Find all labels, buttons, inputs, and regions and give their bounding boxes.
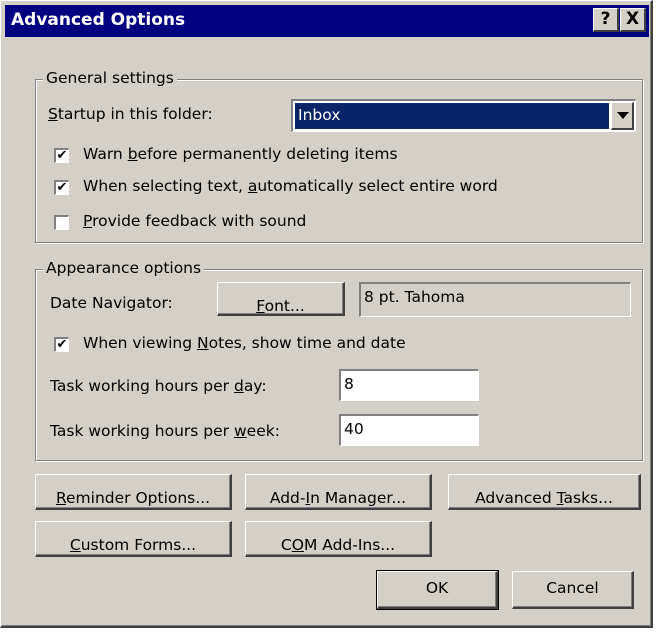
startup-folder-value: Inbox: [295, 103, 609, 129]
close-icon: X: [625, 9, 640, 29]
select-entire-word-label[interactable]: When selecting text, automatically selec…: [83, 177, 498, 195]
startup-folder-label: Startup in this folder:: [48, 105, 213, 123]
dropdown-button[interactable]: [611, 102, 634, 130]
advanced-tasks-button[interactable]: Advanced Tasks...: [448, 474, 641, 510]
hours-per-day-input[interactable]: 8: [339, 369, 479, 401]
feedback-sound-label[interactable]: Provide feedback with sound: [83, 212, 306, 230]
ok-button[interactable]: OK: [376, 570, 499, 610]
notes-time-date-checkbox[interactable]: ✔: [54, 337, 69, 352]
help-button[interactable]: ?: [593, 8, 619, 32]
dialog-title: Advanced Options: [11, 10, 186, 30]
warn-before-delete-checkbox[interactable]: ✔: [54, 148, 69, 163]
feedback-sound-checkbox[interactable]: [54, 215, 69, 230]
notes-time-date-label[interactable]: When viewing Notes, show time and date: [83, 334, 406, 352]
general-settings-legend: General settings: [43, 69, 177, 87]
appearance-options-legend: Appearance options: [43, 259, 205, 277]
startup-folder-select[interactable]: Inbox: [291, 99, 636, 132]
add-in-manager-button[interactable]: Add-In Manager...: [245, 474, 432, 510]
custom-forms-button[interactable]: Custom Forms...: [35, 521, 232, 557]
hours-per-week-input[interactable]: 40: [339, 414, 479, 446]
help-icon: ?: [600, 9, 611, 29]
reminder-options-button[interactable]: Reminder Options...: [35, 474, 232, 510]
date-navigator-label: Date Navigator:: [50, 294, 173, 312]
chevron-down-icon: [617, 112, 629, 119]
close-button[interactable]: X: [620, 8, 646, 32]
warn-before-delete-label[interactable]: Warn before permanently deleting items: [83, 145, 398, 163]
advanced-options-dialog: Advanced Options ? X General settings St…: [0, 0, 653, 628]
select-entire-word-checkbox[interactable]: ✔: [54, 180, 69, 195]
com-add-ins-button[interactable]: COM Add-Ins...: [245, 521, 432, 557]
font-button[interactable]: Font...: [217, 282, 345, 316]
hours-per-day-label: Task working hours per day:: [50, 377, 267, 395]
title-bar[interactable]: Advanced Options ? X: [5, 5, 649, 37]
hours-per-week-label: Task working hours per week:: [50, 422, 280, 440]
cancel-button[interactable]: Cancel: [512, 571, 634, 609]
font-value-field: 8 pt. Tahoma: [359, 282, 631, 317]
